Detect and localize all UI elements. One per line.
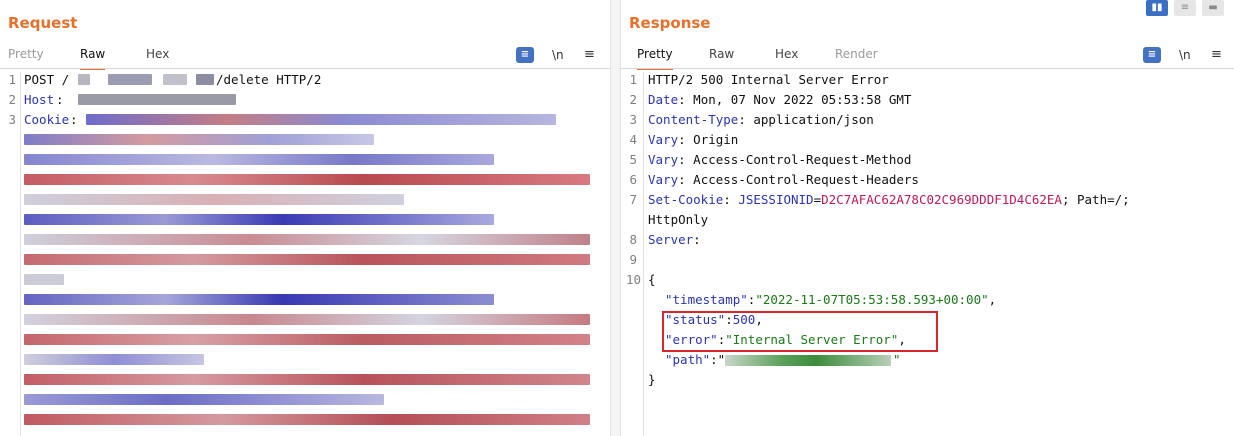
response-editor[interactable]: 1 HTTP/2 500 Internal Server Error 2 Dat… bbox=[621, 72, 1234, 436]
line-number: 2 bbox=[8, 92, 16, 107]
line-number: 7 bbox=[629, 192, 637, 207]
redacted-text bbox=[24, 214, 494, 225]
response-panel: ▮▮ ≡ ▬ Response Pretty Raw Hex Render ≡ … bbox=[621, 0, 1234, 436]
response-tab-hex[interactable]: Hex bbox=[775, 46, 798, 68]
redacted-text bbox=[725, 355, 891, 366]
header-date: Date: Mon, 07 Nov 2022 05:53:58 GMT bbox=[648, 92, 912, 107]
request-tabs-divider bbox=[0, 68, 610, 69]
header-server: Server: bbox=[648, 232, 709, 247]
redacted-text bbox=[78, 74, 90, 85]
redacted-text bbox=[78, 94, 236, 105]
line-number: 3 bbox=[8, 112, 16, 127]
response-gutter bbox=[643, 72, 644, 436]
request-title: Request bbox=[8, 14, 78, 32]
json-close-brace: } bbox=[648, 372, 656, 387]
request-host-key: Host bbox=[24, 92, 55, 107]
header-vary: Vary: Access-Control-Request-Method bbox=[648, 152, 912, 167]
redacted-text bbox=[24, 314, 590, 325]
line-number: 5 bbox=[629, 152, 637, 167]
redacted-text bbox=[24, 394, 384, 405]
format-icon[interactable]: ≡ bbox=[516, 47, 534, 63]
response-tab-raw[interactable]: Raw bbox=[709, 46, 734, 68]
status-line: HTTP/2 500 Internal Server Error bbox=[648, 72, 889, 87]
split-horizontal-icon[interactable]: ▮▮ bbox=[1146, 0, 1168, 16]
redacted-text bbox=[24, 254, 590, 265]
json-open-brace: { bbox=[648, 272, 656, 287]
redacted-text bbox=[24, 194, 404, 205]
request-panel: Request Pretty Raw Hex ≡ \n ≡ 1 POST / /… bbox=[0, 0, 610, 436]
line-number: 4 bbox=[629, 132, 637, 147]
redacted-text bbox=[163, 74, 187, 85]
header-content-type: Content-Type: application/json bbox=[648, 112, 874, 127]
json-timestamp: "timestamp":"2022-11-07T05:53:58.593+00:… bbox=[665, 292, 997, 307]
error-highlight-box bbox=[662, 311, 938, 352]
header-vary: Vary: Access-Control-Request-Headers bbox=[648, 172, 919, 187]
redacted-text bbox=[24, 274, 64, 285]
line-number: 1 bbox=[629, 72, 637, 87]
single-pane-icon[interactable]: ▬ bbox=[1202, 0, 1224, 16]
menu-icon[interactable]: ≡ bbox=[584, 46, 595, 66]
json-path: "path":" bbox=[665, 352, 726, 367]
format-icon[interactable]: ≡ bbox=[1143, 47, 1161, 63]
redacted-text bbox=[24, 414, 590, 425]
response-tab-render[interactable]: Render bbox=[835, 46, 878, 68]
split-vertical-icon[interactable]: ≡ bbox=[1174, 0, 1196, 16]
line-number: 1 bbox=[8, 72, 16, 87]
json-path-end: " bbox=[893, 352, 901, 367]
redacted-text bbox=[108, 74, 152, 85]
view-toggle: ▮▮ ≡ ▬ bbox=[1146, 0, 1224, 18]
newline-toggle[interactable]: \n bbox=[1179, 46, 1191, 66]
response-title: Response bbox=[629, 14, 711, 32]
redacted-text bbox=[196, 74, 214, 85]
request-line-1-end: /delete HTTP/2 bbox=[216, 72, 322, 87]
line-number: 6 bbox=[629, 172, 637, 187]
redacted-text bbox=[24, 334, 590, 345]
redacted-text bbox=[24, 374, 590, 385]
request-tab-hex[interactable]: Hex bbox=[146, 46, 169, 68]
request-line-1-start: POST / bbox=[24, 72, 70, 87]
header-set-cookie-wrap: HttpOnly bbox=[648, 212, 709, 227]
header-vary: Vary: Origin bbox=[648, 132, 739, 147]
line-number: 3 bbox=[629, 112, 637, 127]
line-number: 9 bbox=[629, 252, 637, 267]
menu-icon[interactable]: ≡ bbox=[1211, 46, 1222, 66]
request-cookie-sep: : bbox=[70, 112, 86, 127]
redacted-text bbox=[86, 114, 556, 125]
header-set-cookie: Set-Cookie: JSESSIONID=D2C7AFAC62A78C02C… bbox=[648, 192, 1130, 207]
redacted-text bbox=[24, 294, 494, 305]
line-number: 8 bbox=[629, 232, 637, 247]
request-editor[interactable]: 1 POST / /delete HTTP/2 2 Host : 3 Cooki… bbox=[0, 72, 610, 436]
newline-toggle[interactable]: \n bbox=[552, 46, 564, 66]
request-gutter bbox=[20, 72, 21, 436]
line-number: 2 bbox=[629, 92, 637, 107]
redacted-text bbox=[24, 234, 590, 245]
redacted-text bbox=[24, 154, 494, 165]
redacted-text bbox=[24, 134, 374, 145]
panel-divider[interactable] bbox=[610, 0, 621, 436]
redacted-text bbox=[24, 174, 590, 185]
request-tab-pretty[interactable]: Pretty bbox=[8, 46, 44, 68]
line-number: 10 bbox=[625, 272, 641, 287]
request-tab-raw[interactable]: Raw bbox=[80, 46, 106, 70]
response-tabs-divider bbox=[621, 68, 1234, 69]
request-cookie-key: Cookie bbox=[24, 112, 70, 127]
request-host-sep: : bbox=[56, 92, 72, 107]
redacted-text bbox=[24, 354, 204, 365]
response-tab-pretty[interactable]: Pretty bbox=[637, 46, 673, 70]
